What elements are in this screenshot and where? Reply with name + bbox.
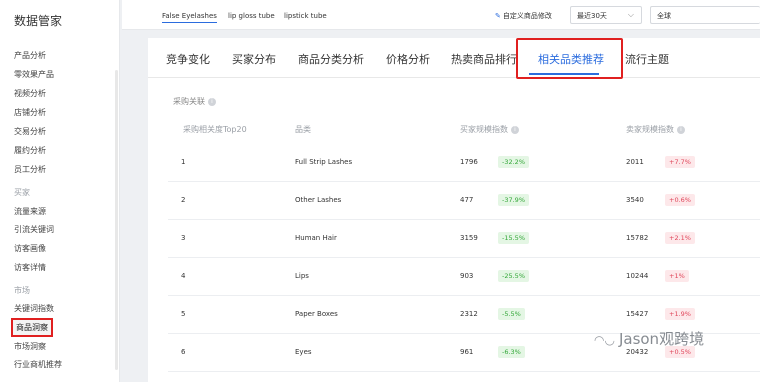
- tab-trending-themes[interactable]: 流行主题: [625, 51, 669, 67]
- sidebar-item-staff-analysis[interactable]: 员工分析: [14, 164, 46, 175]
- seller-change-badge: +0.6%: [665, 194, 695, 206]
- sidebar-group-buyers: 买家: [14, 188, 30, 197]
- period-select[interactable]: 最近30天 ⌵: [570, 6, 642, 24]
- region-value: 全球: [657, 12, 671, 20]
- row-seller-index: 2011: [626, 158, 644, 166]
- row-category: Paper Boxes: [295, 310, 338, 318]
- buyer-index-label: 买家规模指数: [460, 125, 508, 134]
- sidebar-title: 数据管家: [14, 14, 63, 28]
- content-panel: 竞争变化 买家分布 商品分类分析 价格分析 热卖商品排行 相关品类推荐 流行主题…: [148, 38, 760, 382]
- tab-competition-change[interactable]: 竞争变化: [166, 51, 210, 67]
- row-buyer-index: 2312: [460, 310, 478, 318]
- keyword-tab-lipstick-tube[interactable]: lipstick tube: [284, 12, 327, 20]
- row-rank: 1: [181, 158, 186, 166]
- row-rank: 2: [181, 196, 186, 204]
- info-icon[interactable]: i: [208, 97, 216, 106]
- seller-change-badge: +1.9%: [665, 308, 695, 320]
- row-rank: 4: [181, 272, 186, 280]
- column-header-category: 品类: [295, 125, 311, 134]
- sidebar-item-store-analysis[interactable]: 店铺分析: [14, 107, 46, 118]
- sidebar-item-keyword-index[interactable]: 关键词指数: [14, 303, 54, 314]
- keyword-tab-lip-gloss-tube[interactable]: lip gloss tube: [228, 12, 275, 20]
- seller-change-badge: +7.7%: [665, 156, 695, 168]
- keyword-tab-false-eyelashes[interactable]: False Eyelashes: [162, 12, 217, 23]
- custom-product-edit-link[interactable]: ✎ 自定义商品修改: [495, 11, 552, 21]
- tab-price-analysis[interactable]: 价格分析: [386, 51, 430, 67]
- filter-bar: False Eyelashes lip gloss tube lipstick …: [122, 0, 760, 30]
- sidebar-item-product-analysis[interactable]: 产品分析: [14, 50, 46, 61]
- region-select[interactable]: 全球: [650, 6, 760, 24]
- chevron-down-icon: ⌵: [627, 10, 634, 19]
- buyer-change-badge: -6.3%: [498, 346, 525, 358]
- row-seller-index: 3540: [626, 196, 644, 204]
- row-rank: 5: [181, 310, 186, 318]
- column-header-seller-index: 卖家规模指数 i: [626, 124, 685, 135]
- section-title-text: 采购关联: [173, 97, 205, 106]
- row-seller-index: 10244: [626, 272, 649, 280]
- sidebar-item-product-insight[interactable]: 商品洞察: [11, 318, 53, 337]
- column-header-rank: 采购相关度Top20: [183, 125, 247, 134]
- row-seller-index: 15427: [626, 310, 649, 318]
- tab-hot-products[interactable]: 热卖商品排行: [451, 51, 517, 67]
- sidebar-item-market-insight[interactable]: 市场洞察: [14, 341, 46, 352]
- row-buyer-index: 1796: [460, 158, 478, 166]
- row-buyer-index: 477: [460, 196, 474, 204]
- sidebar-group-market: 市场: [14, 286, 30, 295]
- sidebar-item-traffic-keywords[interactable]: 引流关键词: [14, 224, 54, 235]
- row-buyer-index: 3159: [460, 234, 478, 242]
- sidebar-item-industry-opportunity[interactable]: 行业商机推荐: [14, 359, 62, 370]
- watermark: ◠◡ Jason观跨境: [594, 328, 704, 349]
- buyer-change-badge: -5.5%: [498, 308, 525, 320]
- section-title: 采购关联 i: [173, 96, 216, 107]
- row-seller-index: 20432: [626, 348, 649, 356]
- row-category: Lips: [295, 272, 309, 280]
- row-rank: 3: [181, 234, 186, 242]
- sidebar-item-visitor-details[interactable]: 访客详情: [14, 262, 46, 273]
- table-row[interactable]: 4 Lips 903 -25.5% 10244 +1%: [168, 258, 760, 296]
- row-buyer-index: 961: [460, 348, 474, 356]
- sidebar: 数据管家 产品分析 零效果产品 视频分析 店铺分析 交易分析 履约分析 员工分析…: [0, 0, 120, 382]
- row-category: Eyes: [295, 348, 312, 356]
- tab-buyer-distribution[interactable]: 买家分布: [232, 51, 276, 67]
- row-category: Other Lashes: [295, 196, 342, 204]
- buyer-change-badge: -25.5%: [498, 270, 529, 282]
- info-icon[interactable]: i: [677, 125, 685, 134]
- analysis-tabs: 竞争变化 买家分布 商品分类分析 价格分析 热卖商品排行 相关品类推荐 流行主题: [148, 38, 760, 79]
- buyer-change-badge: -32.2%: [498, 156, 529, 168]
- table-row[interactable]: 1 Full Strip Lashes 1796 -32.2% 2011 +7.7%: [168, 144, 760, 182]
- wechat-icon: ◠◡: [594, 333, 615, 347]
- row-category: Full Strip Lashes: [295, 158, 353, 166]
- row-category: Human Hair: [295, 234, 337, 242]
- buyer-change-badge: -15.5%: [498, 232, 529, 244]
- seller-index-label: 卖家规模指数: [626, 125, 674, 134]
- sidebar-item-fulfillment-analysis[interactable]: 履约分析: [14, 145, 46, 156]
- table-row[interactable]: 2 Other Lashes 477 -37.9% 3540 +0.6%: [168, 182, 760, 220]
- edit-pen-icon: ✎: [495, 12, 501, 20]
- seller-change-badge: +2.1%: [665, 232, 695, 244]
- sidebar-item-visitor-profile[interactable]: 访客画像: [14, 243, 46, 254]
- tab-highlight-box: [516, 38, 623, 79]
- custom-edit-label: 自定义商品修改: [502, 12, 552, 20]
- row-buyer-index: 903: [460, 272, 474, 280]
- sidebar-item-video-analysis[interactable]: 视频分析: [14, 88, 46, 99]
- tab-category-analysis[interactable]: 商品分类分析: [298, 51, 364, 67]
- info-icon[interactable]: i: [511, 125, 519, 134]
- seller-change-badge: +1%: [665, 270, 689, 282]
- table-row[interactable]: 3 Human Hair 3159 -15.5% 15782 +2.1%: [168, 220, 760, 258]
- sidebar-item-zero-effect-products[interactable]: 零效果产品: [14, 69, 54, 80]
- row-rank: 6: [181, 348, 186, 356]
- watermark-text: Jason观跨境: [618, 330, 705, 348]
- row-seller-index: 15782: [626, 234, 649, 242]
- sidebar-item-traffic-source[interactable]: 流量来源: [14, 206, 46, 217]
- buyer-change-badge: -37.9%: [498, 194, 529, 206]
- column-header-buyer-index: 买家规模指数 i: [460, 124, 519, 135]
- sidebar-scrollbar[interactable]: [115, 70, 118, 370]
- period-value: 最近30天: [577, 12, 607, 20]
- sidebar-item-trade-analysis[interactable]: 交易分析: [14, 126, 46, 137]
